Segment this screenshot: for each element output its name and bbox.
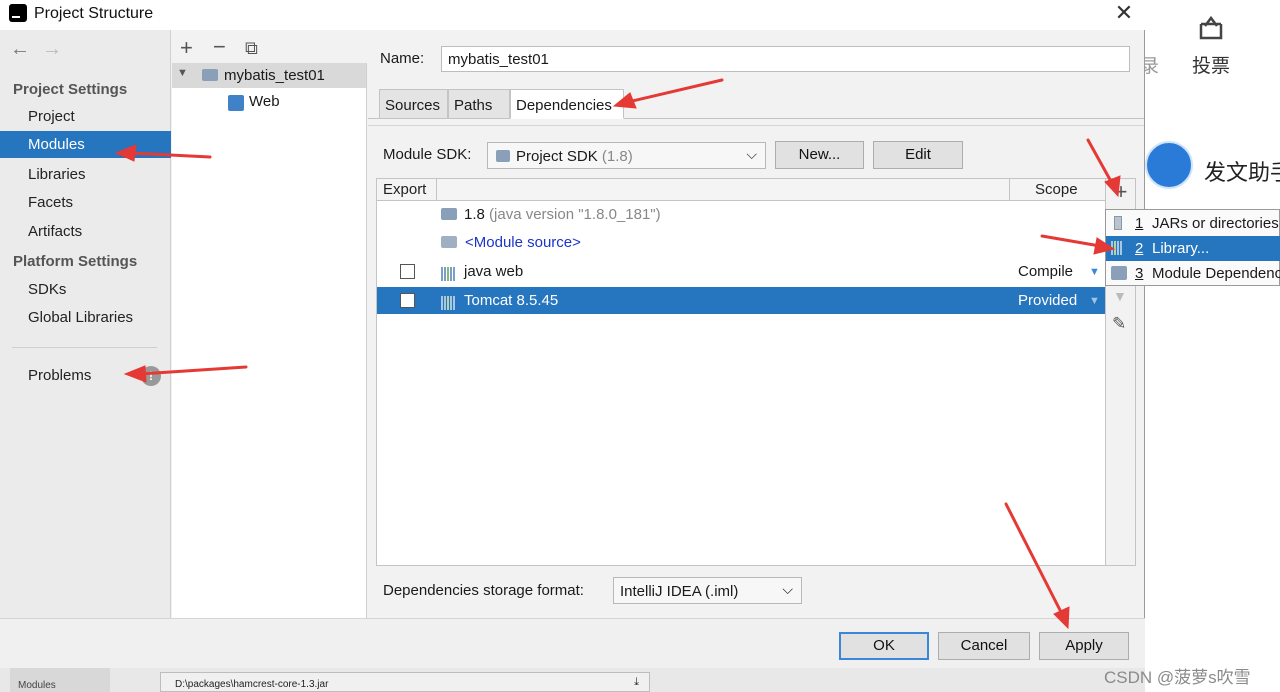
apply-button[interactable]: Apply	[1039, 632, 1129, 660]
nav-divider	[12, 347, 157, 348]
jdk-name: 1.8	[464, 206, 485, 223]
csdn-watermark: CSDN @菠萝s吹雪	[1104, 668, 1251, 687]
tab-dependencies[interactable]: Dependencies	[510, 89, 624, 119]
add-icon[interactable]: +	[180, 37, 193, 59]
library-icon	[441, 264, 458, 281]
nav-item-sdks[interactable]: SDKs	[28, 281, 66, 298]
edit-pencil-icon[interactable]: ✎	[1112, 314, 1132, 334]
scope-dropdown-icon[interactable]: ▼	[1089, 295, 1100, 307]
platform-settings-heading: Platform Settings	[13, 253, 138, 270]
nav-item-libraries[interactable]: Libraries	[28, 166, 86, 183]
module-sdk-label: Module SDK:	[383, 146, 472, 163]
dependencies-table-header	[376, 178, 1106, 201]
nav-item-global-libraries[interactable]: Global Libraries	[28, 309, 133, 326]
chevron-down-icon: ⌵	[746, 146, 757, 162]
background-mini-sidebar: Modules	[10, 668, 110, 692]
library-icon	[441, 293, 458, 310]
background-path-text: D:\packages\hamcrest-core-1.3.jar	[175, 679, 329, 690]
column-scope[interactable]: Scope	[1035, 181, 1078, 198]
forward-arrow-icon[interactable]: →	[42, 38, 62, 61]
jar-icon	[1114, 216, 1122, 230]
sdk-value: Project SDK	[516, 148, 598, 165]
export-checkbox-java-web[interactable]	[400, 264, 415, 279]
assistant-avatar-icon	[1145, 141, 1193, 189]
nav-item-problems[interactable]: Problems	[28, 367, 91, 384]
column-separator	[1009, 178, 1010, 201]
nav-item-artifacts[interactable]: Artifacts	[28, 223, 82, 240]
module-folder-icon	[1111, 266, 1127, 280]
nav-item-project[interactable]: Project	[28, 108, 75, 125]
module-sdk-select[interactable]: Project SDK (1.8) ⌵	[487, 142, 766, 169]
menu-item-label: Library...	[1152, 240, 1210, 257]
background-page	[1145, 0, 1280, 692]
chevron-down-icon[interactable]: ▼	[177, 67, 188, 79]
vote-label[interactable]: 投票	[1192, 51, 1230, 78]
module-name-input[interactable]: mybatis_test01	[441, 46, 1130, 72]
problems-badge: !	[141, 366, 161, 386]
tree-module-label[interactable]: mybatis_test01	[224, 67, 325, 84]
scope-tomcat[interactable]: Provided	[1018, 292, 1077, 309]
assistant-label[interactable]: 发文助手	[1204, 155, 1280, 187]
vote-icon	[1199, 15, 1223, 40]
background-path-field: D:\packages\hamcrest-core-1.3.jar ⤓	[160, 672, 650, 692]
sdk-folder-icon	[496, 150, 510, 162]
menu-item-number: 2	[1135, 240, 1144, 257]
name-label: Name:	[380, 50, 425, 67]
panel-divider	[368, 125, 1144, 126]
menu-item-number: 3	[1135, 265, 1144, 282]
project-settings-heading: Project Settings	[13, 81, 128, 98]
storage-format-label: Dependencies storage format:	[383, 582, 584, 599]
dependency-row-module-source[interactable]: <Module source>	[465, 234, 581, 251]
new-sdk-button[interactable]: New...	[775, 141, 864, 169]
storage-format-select[interactable]: IntelliJ IDEA (.iml) ⌵	[613, 577, 802, 604]
web-facet-icon	[228, 95, 244, 111]
edit-sdk-button[interactable]: Edit	[873, 141, 963, 169]
module-source-folder-icon	[441, 236, 457, 248]
menu-item-library[interactable]: 2 Library...	[1106, 236, 1280, 261]
cancel-button[interactable]: Cancel	[938, 632, 1030, 660]
jdk-detail: (java version "1.8.0_181")	[489, 206, 661, 223]
remove-icon[interactable]: −	[213, 36, 226, 58]
tab-sources[interactable]: Sources	[379, 89, 448, 119]
export-checkbox-tomcat[interactable]	[400, 293, 415, 308]
copy-icon[interactable]: ⧉	[245, 37, 258, 59]
menu-item-label: Module Dependency...	[1152, 265, 1280, 282]
download-icon: ⤓	[634, 676, 639, 688]
title-bar	[0, 0, 1145, 30]
scope-dropdown-icon[interactable]: ▼	[1089, 266, 1100, 278]
chevron-down-icon: ⌵	[782, 581, 793, 597]
nav-item-modules[interactable]: Modules	[0, 131, 171, 158]
ok-button[interactable]: OK	[839, 632, 929, 660]
scope-java-web[interactable]: Compile	[1018, 263, 1073, 280]
background-mini-label: Modules	[18, 680, 56, 691]
add-dependency-icon[interactable]: +	[1110, 181, 1132, 203]
nav-item-facets[interactable]: Facets	[28, 194, 73, 211]
column-export[interactable]: Export	[383, 181, 426, 198]
tab-paths[interactable]: Paths	[448, 89, 510, 119]
library-icon	[1111, 241, 1127, 255]
menu-item-number: 1	[1135, 215, 1144, 232]
close-button[interactable]: ✕	[1112, 2, 1136, 26]
intellij-app-icon	[9, 4, 27, 22]
dependency-row-java-web[interactable]: java web	[464, 263, 523, 280]
module-folder-icon	[202, 69, 218, 81]
move-down-icon[interactable]: ▼	[1113, 288, 1129, 304]
column-separator	[436, 178, 437, 201]
menu-item-label: JARs or directories...	[1152, 215, 1280, 232]
storage-format-value: IntelliJ IDEA (.iml)	[620, 583, 739, 600]
dependency-row-jdk[interactable]: 1.8 (java version "1.8.0_181")	[464, 206, 661, 223]
jdk-folder-icon	[441, 208, 457, 220]
tree-toolbar	[172, 30, 367, 63]
menu-item-jars[interactable]: 1 JARs or directories...	[1106, 211, 1280, 236]
window-title: Project Structure	[34, 5, 154, 22]
dependency-row-tomcat[interactable]: Tomcat 8.5.45	[464, 292, 558, 309]
back-arrow-icon[interactable]: ←	[10, 38, 30, 61]
module-tree	[172, 30, 367, 618]
tree-facet-label[interactable]: Web	[249, 93, 280, 110]
nav-item-modules-label: Modules	[28, 136, 85, 153]
menu-item-module-dependency[interactable]: 3 Module Dependency...	[1106, 261, 1280, 286]
sdk-version: (1.8)	[601, 148, 633, 165]
add-dependency-menu: 1 JARs or directories... 2 Library... 3 …	[1105, 209, 1280, 286]
